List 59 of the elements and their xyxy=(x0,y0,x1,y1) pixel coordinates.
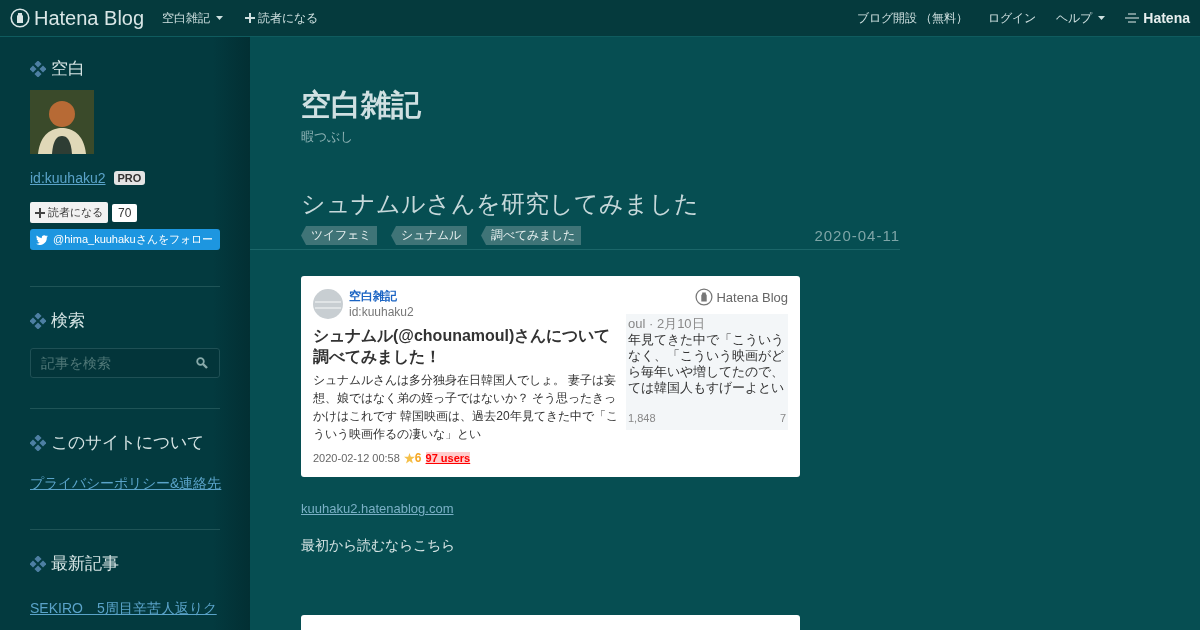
brand-logo: Hatena Blog xyxy=(716,289,788,305)
body-text: 最初から読むならこちら xyxy=(301,537,456,555)
tag-link[interactable]: シュナムル xyxy=(391,226,467,245)
bird-icon xyxy=(36,234,48,245)
avatar xyxy=(313,288,343,319)
tag-link[interactable]: 調べてみました xyxy=(481,226,581,245)
plus-icon xyxy=(245,13,256,23)
search-icon xyxy=(196,357,208,369)
caret-icon xyxy=(216,16,224,20)
retweet-count: 1,848 xyxy=(628,411,656,426)
pro-badge: PRO xyxy=(113,171,146,185)
subscribe-link[interactable]: 読者になる xyxy=(245,9,319,27)
plus-icon xyxy=(35,207,45,218)
nav-link[interactable]: ブログ開設 （無料） xyxy=(856,9,969,27)
section-heading: 検索 xyxy=(51,310,85,332)
blog-name-link[interactable]: 空白雑記 xyxy=(349,288,414,305)
embed-title[interactable]: シュナムル(@chounamoul)さんについて調べてみました！ xyxy=(313,325,620,367)
nav-link[interactable]: ログイン xyxy=(988,9,1037,27)
embed-card[interactable] xyxy=(301,276,800,477)
diamond-icon xyxy=(30,555,46,572)
embed-date: 2020-02-12 00:58 xyxy=(313,452,400,464)
site-logo[interactable]: Hatena Blog xyxy=(34,6,145,30)
tweet-text-line: ら毎年いや増してたので、 xyxy=(628,364,785,380)
blog-title[interactable]: 空白雑記 xyxy=(301,85,849,126)
user-id-link[interactable]: id:kuuhaku2 xyxy=(30,170,106,186)
blog-tagline: 暇つぶし xyxy=(301,128,354,146)
user-id: id:kuuhaku2 xyxy=(349,305,414,319)
section-heading: 最新記事 xyxy=(51,553,119,575)
diamond-icon xyxy=(30,312,46,329)
entry-title[interactable]: シュナムルさんを研究してみました xyxy=(301,188,849,220)
brand-logo[interactable]: Hatena xyxy=(1143,10,1190,26)
avatar xyxy=(30,90,94,154)
tweet-text-line: なく、「こういう映画がど xyxy=(628,348,785,364)
embed-excerpt: シュナムルさんは多分独身在日韓国人でしょ。 妻子は妄想、娘ではなく弟の姪っ子ではないか？ そう思ったきっかけはこれです 韓国映画は、過去20年見てきた中で「こういう映画作るの凄いな」とい xyxy=(313,372,619,443)
recent-article-link[interactable]: SEKIRO 5周目辛苦人返りク xyxy=(30,600,217,616)
tweet-text-line: 年見てきた中で「こういう xyxy=(628,332,785,348)
subscribe-button[interactable]: 読者になる xyxy=(30,202,108,223)
help-menu[interactable]: ヘルプ xyxy=(1056,9,1106,27)
search-field[interactable]: 記事を検索 xyxy=(30,348,220,378)
blog-menu[interactable]: 空白雑記 xyxy=(162,9,224,27)
tag-link[interactable]: ツイフェミ xyxy=(301,226,377,245)
diamond-icon xyxy=(30,60,46,77)
caret-icon xyxy=(1098,16,1106,20)
star-count: 6 xyxy=(414,451,422,465)
blog-url-link[interactable]: kuuhaku2.hatenablog.com xyxy=(301,501,454,516)
tweet-text-line: ては韓国人もすげーよとい xyxy=(628,380,785,396)
subscriber-count: 70 xyxy=(112,203,138,222)
tweet-header: oul · 2月10日 xyxy=(628,316,706,332)
like-count: 7 xyxy=(779,411,786,426)
section-heading: このサイトについて xyxy=(51,432,204,454)
brand-icon xyxy=(1125,13,1140,23)
logo-icon xyxy=(10,8,30,28)
logo-icon xyxy=(695,288,714,306)
twitter-follow-button[interactable]: @hima_kuuhakuさんをフォロー xyxy=(30,229,220,250)
entry-date: 2020-04-11 xyxy=(814,227,900,244)
section-heading: 空白 xyxy=(51,58,85,80)
privacy-link[interactable]: プライバシーポリシー&連絡先 xyxy=(30,475,222,491)
diamond-icon xyxy=(30,434,46,451)
star-icon xyxy=(403,452,415,464)
